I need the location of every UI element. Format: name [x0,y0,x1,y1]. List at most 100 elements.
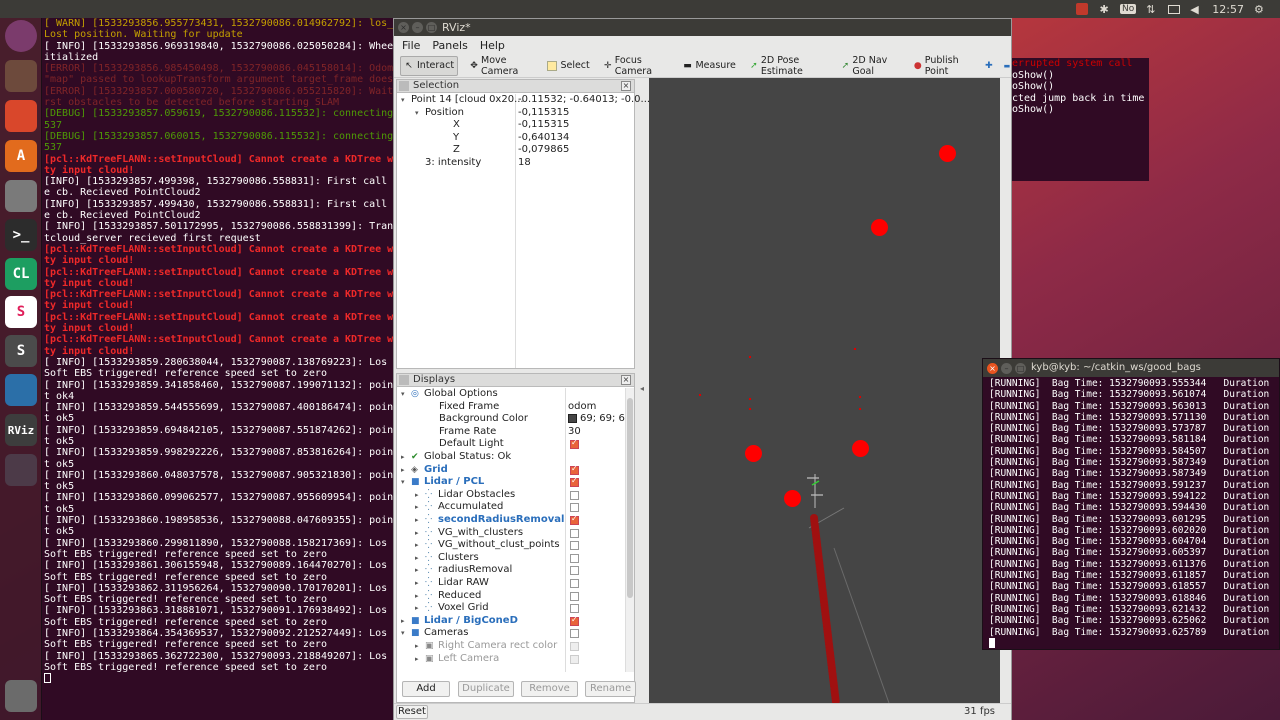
terminal-titlebar[interactable]: × – □ kyb@kyb: ~/catkin_ws/good_bags [983,359,1279,377]
expand-arrow-icon[interactable]: ▸ [415,564,419,577]
expand-arrow-icon[interactable]: ▸ [401,451,405,464]
close-icon[interactable]: × [987,363,998,374]
tool-pose-estimate-button[interactable]: ➚ 2D Pose Estimate [748,55,830,77]
tool-measure-button[interactable]: ▬ Measure [680,56,737,76]
displays-scrollbar[interactable] [625,388,634,672]
expand-arrow-icon[interactable]: ▸ [415,489,419,502]
reset-button[interactable]: Reset [396,705,428,719]
expand-arrow-icon[interactable]: ▸ [415,539,419,552]
display-row[interactable]: ▸ ▣ Left Camera [397,653,625,666]
display-value[interactable]: 69; 69; 69 [568,413,631,426]
minimize-icon[interactable]: – [1001,363,1012,374]
battery-icon[interactable] [1168,4,1181,14]
close-icon[interactable]: × [621,81,631,91]
display-row[interactable]: ▸ ⁛ VG_with_clusters [397,527,625,540]
expand-arrow-icon[interactable]: ▸ [415,527,419,540]
settings-icon[interactable] [5,180,37,212]
display-row[interactable]: ▾ ■ Cameras [397,627,625,640]
3d-viewport[interactable] [649,78,1000,703]
enable-checkbox[interactable] [570,476,579,488]
display-row[interactable]: ▸ ⁛ Lidar Obstacles [397,489,625,502]
display-row[interactable]: ▸ ⁛ secondRadiusRemoval [397,514,625,527]
display-row[interactable]: ▸ ✔ Global Status: Ok [397,451,625,464]
display-value[interactable]: 30 [568,426,581,439]
enable-checkbox[interactable] [570,553,579,563]
enable-checkbox[interactable] [570,615,579,626]
enable-checkbox[interactable] [570,566,579,576]
enable-checkbox[interactable] [570,503,579,513]
expand-arrow-icon[interactable]: ▸ [415,552,419,565]
expand-arrow-icon[interactable]: ▸ [415,602,419,615]
tool-publish-point-button[interactable]: ● Publish Point [912,55,975,77]
tool-focus-camera-button[interactable]: ✛ Focus Camera [602,55,671,77]
tool-interact-button[interactable]: ↖ Interact [400,55,459,76]
expand-arrow-icon[interactable]: ▸ [401,464,405,477]
add-display-button[interactable]: Add [402,681,450,697]
background-terminal[interactable]: errupted system call oShow() oShow() cted j… [1012,58,1149,181]
files-icon[interactable] [5,60,37,92]
rviz-icon[interactable]: RViz [5,414,37,446]
expand-arrow-icon[interactable]: ▸ [415,640,419,653]
enable-checkbox[interactable] [570,541,579,551]
maximize-icon[interactable]: □ [1015,363,1026,374]
terminal-icon[interactable]: >_ [5,219,37,251]
menu-panels[interactable]: Panels [432,39,467,52]
software-center-icon[interactable]: A [5,140,37,172]
display-row[interactable]: ▸ ⁛ radiusRemoval [397,564,625,577]
terminal-output[interactable]: [RUNNING] Bag Time: 1532790093.555344 Du… [983,377,1279,649]
remove-tool-icon[interactable]: ▬ [1003,61,1011,71]
rviz-titlebar[interactable]: × – □ RViz* [394,19,1011,36]
display-row[interactable]: ▸ ▣ Right Camera rect color [397,640,625,653]
power-gear-icon[interactable]: ⚙ [1254,3,1266,16]
display-row[interactable]: Frame Rate [397,426,625,439]
enable-checkbox[interactable] [570,591,579,601]
chrome-icon[interactable] [5,100,37,132]
collapse-arrow-icon[interactable]: ◂ [640,384,644,393]
expand-arrow-icon[interactable]: ▾ [401,476,405,489]
expand-arrow-icon[interactable]: ▸ [415,590,419,603]
expand-arrow-icon[interactable]: ▸ [415,501,419,514]
trash-icon[interactable] [5,680,37,712]
expand-arrow-icon[interactable]: ▸ [415,577,419,590]
tool-move-camera-button[interactable]: ✥ Move Camera [468,55,535,77]
enable-checkbox[interactable] [570,629,579,639]
close-icon[interactable]: × [621,375,631,385]
expand-arrow-icon[interactable]: ▸ [401,615,405,628]
expand-arrow-icon[interactable]: ▾ [401,94,405,107]
minimize-icon[interactable]: – [412,22,423,33]
color-swatch[interactable] [568,413,577,423]
display-row[interactable]: ▸ ◈ Grid [397,464,625,477]
keyboard-layout-indicator[interactable]: No [1120,4,1137,14]
volume-icon[interactable]: ◀ [1190,3,1202,16]
clock[interactable]: 12:57 [1212,3,1244,16]
menu-help[interactable]: Help [480,39,505,52]
network-icon[interactable]: ⇅ [1146,3,1158,16]
document-viewer-icon[interactable] [5,374,37,406]
maximize-icon[interactable]: □ [426,22,437,33]
display-row[interactable]: ▸ ⁛ VG_without_clust_points [397,539,625,552]
display-row[interactable]: ▸ ⁛ Clusters [397,552,625,565]
add-tool-icon[interactable]: ✚ [985,61,993,71]
tool-nav-goal-button[interactable]: ➚ 2D Nav Goal [839,55,901,77]
rosbag-terminal[interactable]: × – □ kyb@kyb: ~/catkin_ws/good_bags [RU… [982,358,1280,650]
expand-arrow-icon[interactable]: ▾ [415,107,419,120]
ubuntu-dash-icon[interactable] [5,20,37,52]
clion-icon[interactable]: CL [5,258,37,290]
sublime-icon[interactable]: S [5,335,37,367]
record-icon[interactable] [1076,3,1089,15]
display-row[interactable]: ▸ ⁛ Accumulated [397,501,625,514]
close-icon[interactable]: × [398,22,409,33]
display-row[interactable]: ▾ ■ Lidar / PCL [397,476,625,489]
display-row[interactable]: ▸ ■ Lidar / BigConeD [397,615,625,628]
workspace-switcher-icon[interactable] [5,454,37,486]
display-row[interactable]: ▸ ⁛ Voxel Grid [397,602,625,615]
enable-checkbox[interactable] [570,579,579,588]
menu-file[interactable]: File [402,39,420,52]
slack-icon[interactable]: S [5,296,37,328]
enable-checkbox[interactable] [570,438,579,450]
scrollbar-thumb[interactable] [627,398,633,598]
display-value[interactable]: odom [568,401,596,414]
bluetooth-icon[interactable]: ✱ [1098,3,1110,16]
display-row[interactable]: Default Light [397,438,625,451]
display-row[interactable]: ▸ ⁛ Reduced [397,590,625,603]
